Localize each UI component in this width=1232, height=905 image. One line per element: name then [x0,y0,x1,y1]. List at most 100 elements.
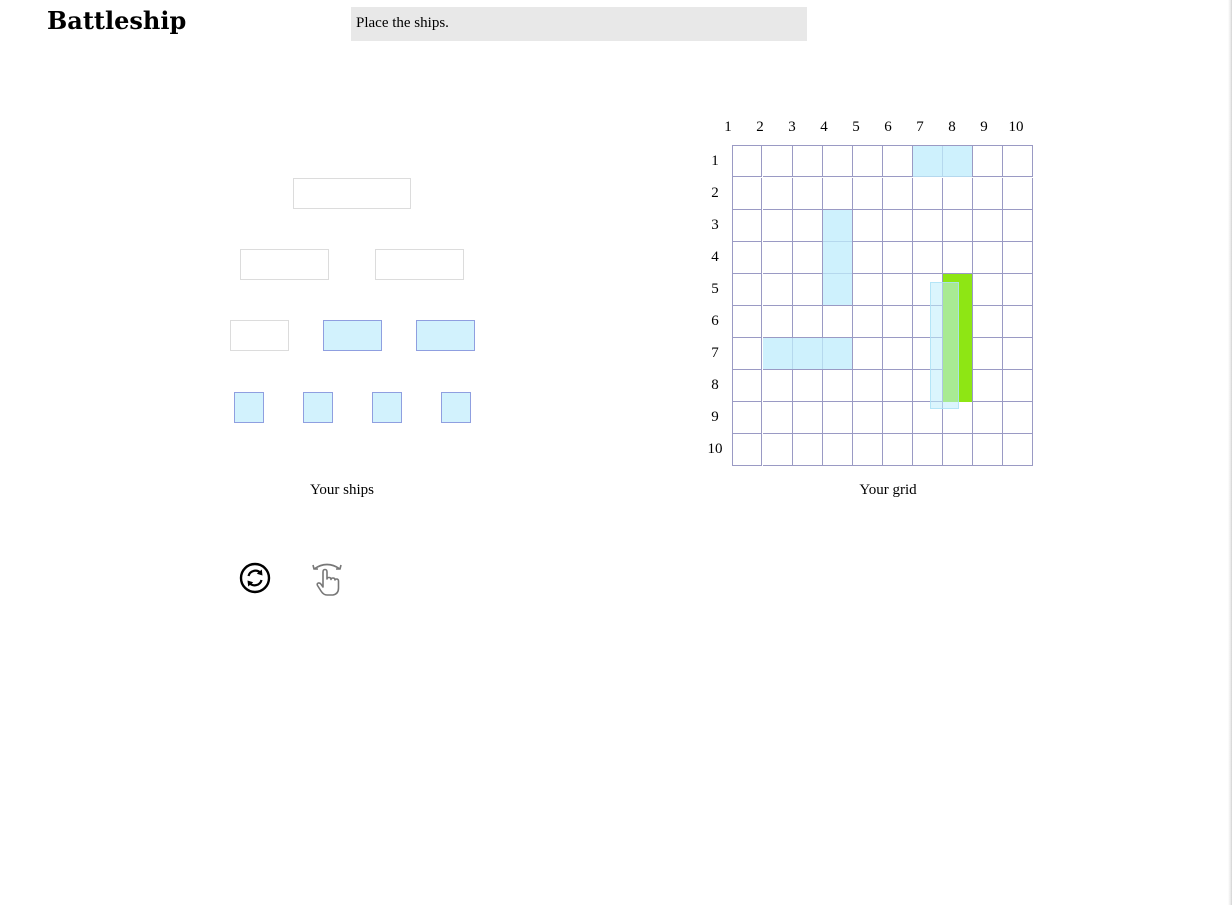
grid-cell[interactable] [763,306,793,338]
grid-cell[interactable] [763,210,793,242]
grid-cell[interactable] [823,306,853,338]
rotate-ships-icon[interactable] [238,561,272,595]
grid-cell[interactable] [973,338,1003,370]
grid-cell[interactable] [763,242,793,274]
grid-cell[interactable] [853,306,883,338]
grid-cell[interactable] [853,242,883,274]
grid-cell[interactable] [943,242,973,274]
grid-cell[interactable] [943,146,973,177]
grid-cell[interactable] [1003,370,1033,402]
grid-cell[interactable] [793,306,823,338]
grid-cell[interactable] [823,146,853,177]
grid-cell[interactable] [823,338,853,370]
grid-cell[interactable] [1003,178,1033,210]
dock-ship-size-1[interactable] [441,392,471,423]
grid-cell[interactable] [733,370,762,402]
grid-cell[interactable] [913,434,943,466]
grid-cell[interactable] [1003,210,1033,242]
grid-cell[interactable] [733,274,762,306]
grid-cell[interactable] [883,146,913,177]
grid-cell[interactable] [763,402,793,434]
grid-cell[interactable] [823,210,853,242]
grid-cell[interactable] [883,242,913,274]
grid-cell[interactable] [733,210,762,242]
grid-cell[interactable] [733,306,762,338]
grid-cell[interactable] [1003,242,1033,274]
grid-cell[interactable] [853,402,883,434]
grid-cell[interactable] [1003,146,1033,177]
grid-cell[interactable] [853,338,883,370]
grid-cell[interactable] [883,434,913,466]
grid-cell[interactable] [853,210,883,242]
grid-cell[interactable] [823,178,853,210]
grid-cell[interactable] [883,178,913,210]
grid-cell[interactable] [793,434,823,466]
grid-cell[interactable] [913,178,943,210]
grid-cell[interactable] [973,242,1003,274]
grid-cell[interactable] [973,402,1003,434]
grid-cell[interactable] [793,338,823,370]
grid-cell[interactable] [763,146,793,177]
dock-ship-size-1[interactable] [234,392,264,423]
grid-cell[interactable] [763,370,793,402]
grid-cell[interactable] [853,274,883,306]
grid-cell[interactable] [943,434,973,466]
grid-cell[interactable] [1003,338,1033,370]
player-grid[interactable] [732,145,1033,466]
grid-cell[interactable] [793,210,823,242]
grid-cell[interactable] [733,338,762,370]
grid-cell[interactable] [853,370,883,402]
grid-cell[interactable] [973,178,1003,210]
grid-cell[interactable] [823,242,853,274]
grid-cell[interactable] [973,274,1003,306]
grid-cell[interactable] [823,274,853,306]
grid-cell[interactable] [793,274,823,306]
grid-cell[interactable] [913,210,943,242]
grid-cell[interactable] [763,178,793,210]
grid-cell[interactable] [973,210,1003,242]
dock-ship-size-1[interactable] [303,392,333,423]
grid-cell[interactable] [883,274,913,306]
grid-cell[interactable] [1003,274,1033,306]
grid-cell[interactable] [853,146,883,177]
grid-cell[interactable] [883,210,913,242]
grid-cell[interactable] [1003,402,1033,434]
grid-cell[interactable] [793,242,823,274]
grid-cell[interactable] [1003,306,1033,338]
grid-cell[interactable] [853,178,883,210]
grid-cell[interactable] [793,370,823,402]
grid-cell[interactable] [913,242,943,274]
grid-cell[interactable] [913,146,943,177]
grid-cell[interactable] [973,146,1003,177]
grid-cell[interactable] [733,434,762,466]
grid-cell[interactable] [883,338,913,370]
grid-cell[interactable] [973,370,1003,402]
dragging-ship[interactable] [930,282,959,409]
grid-cell[interactable] [943,210,973,242]
grid-cell[interactable] [793,178,823,210]
grid-cell[interactable] [823,370,853,402]
grid-cell[interactable] [973,434,1003,466]
grid-cell[interactable] [733,242,762,274]
grid-cell[interactable] [793,402,823,434]
grid-cell[interactable] [763,434,793,466]
grid-cell[interactable] [973,306,1003,338]
grid-cell[interactable] [763,274,793,306]
grid-cell[interactable] [883,306,913,338]
grid-cell[interactable] [763,338,793,370]
grid-cell[interactable] [883,402,913,434]
grid-cell[interactable] [823,434,853,466]
grid-cell[interactable] [823,402,853,434]
grid-cell[interactable] [943,178,973,210]
grid-cell[interactable] [733,178,762,210]
drag-gesture-icon[interactable] [310,561,344,596]
dock-ship-size-2[interactable] [323,320,382,351]
dock-ship-size-1[interactable] [372,392,402,423]
grid-cell[interactable] [853,434,883,466]
grid-cell[interactable] [883,370,913,402]
dock-ship-size-2[interactable] [416,320,475,351]
grid-cell[interactable] [733,146,762,177]
grid-cell[interactable] [793,146,823,177]
grid-cell[interactable] [733,402,762,434]
grid-cell[interactable] [1003,434,1033,466]
